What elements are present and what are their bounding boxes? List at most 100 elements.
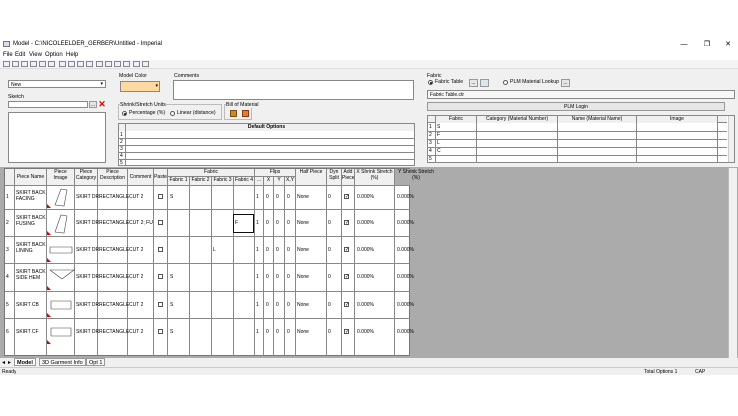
piece-comment[interactable]: CUT 2 <box>129 247 143 253</box>
flip-xy-value[interactable]: 0 <box>287 329 290 335</box>
x-shrink-value[interactable]: 0.000% <box>357 302 374 308</box>
add-piece-checkbox[interactable]: ✓ <box>344 329 349 335</box>
sketch-browse-button[interactable]: ... <box>89 101 97 108</box>
y-shrink-value[interactable]: 0.000% <box>397 194 414 200</box>
comments-field[interactable] <box>173 80 414 100</box>
paste-checkbox[interactable] <box>158 194 163 199</box>
fabric1-value[interactable]: S <box>170 329 173 335</box>
flip-xy-value[interactable]: 0 <box>287 194 290 200</box>
open-icon[interactable] <box>21 61 28 67</box>
piece-comment[interactable]: CUT 2 <box>129 194 143 200</box>
flip-y-value[interactable]: 0 <box>276 329 279 335</box>
table-row[interactable]: 6 SKIRT CF SKIRT DR RECTANGLE CUT 2 S 1 … <box>5 319 414 356</box>
paste-icon[interactable] <box>77 61 84 67</box>
half-piece-value[interactable]: None <box>297 274 309 280</box>
minimize-button[interactable]: — <box>676 39 692 50</box>
piece-comment[interactable]: CUT 2 <box>129 329 143 335</box>
table-row[interactable]: 3 SKIRT BACK LINING SKIRT DR RECTANGLE C… <box>5 237 414 264</box>
paste-checkbox[interactable] <box>158 274 163 279</box>
flip-y-value[interactable]: 0 <box>276 302 279 308</box>
delete-sketch-icon[interactable]: ✕ <box>98 100 106 109</box>
percentage-radio[interactable] <box>122 111 127 116</box>
fabric-row-code[interactable]: F <box>437 132 440 138</box>
flip-y-value[interactable]: 0 <box>276 274 279 280</box>
fabric1-value[interactable]: S <box>170 194 173 200</box>
fabric-table-open-icon[interactable] <box>480 79 489 87</box>
x-shrink-value[interactable]: 0.000% <box>357 329 374 335</box>
menu-option[interactable]: Option <box>45 52 63 58</box>
table-row[interactable]: 5 SKIRT CB SKIRT DR RECTANGLE CUT 2 S 1 … <box>5 292 414 319</box>
half-piece-value[interactable]: None <box>297 220 309 226</box>
flip-y-value[interactable]: 0 <box>276 247 279 253</box>
x-shrink-value[interactable]: 0.000% <box>357 194 374 200</box>
paste-checkbox[interactable] <box>158 220 163 225</box>
menu-edit[interactable]: Edit <box>15 52 25 58</box>
fabric4-value[interactable]: F <box>235 220 238 226</box>
paste-checkbox[interactable] <box>158 329 163 334</box>
paste-checkbox[interactable] <box>158 247 163 252</box>
flip-xy-value[interactable]: 0 <box>287 220 290 226</box>
fabric1-value[interactable]: S <box>170 274 173 280</box>
help-icon[interactable] <box>114 61 121 67</box>
y-shrink-value[interactable]: 0.000% <box>397 274 414 280</box>
linear-radio[interactable] <box>170 111 175 116</box>
table-row[interactable]: 2 SKIRT BACK FUSING SKIRT DR RECTANGLE C… <box>5 210 414 237</box>
fabric-row-code[interactable]: C <box>437 148 441 154</box>
delete-icon[interactable] <box>86 61 93 67</box>
new-file-icon[interactable] <box>3 61 10 67</box>
settings-icon[interactable] <box>142 61 149 67</box>
plm-login-button[interactable]: PLM Login <box>427 102 725 111</box>
flip-x-value[interactable]: 0 <box>266 194 269 200</box>
fabric-row-code[interactable]: L <box>437 140 440 146</box>
model-color-picker[interactable]: ▾ <box>120 81 160 92</box>
fabric3-value[interactable]: L <box>213 247 216 253</box>
flip-x-value[interactable]: 0 <box>266 220 269 226</box>
dyn-split-value[interactable]: 0 <box>328 302 331 308</box>
y-shrink-value[interactable]: 0.000% <box>397 302 414 308</box>
dyn-split-value[interactable]: 0 <box>328 329 331 335</box>
flip-x-value[interactable]: 0 <box>266 247 269 253</box>
add-piece-checkbox[interactable]: ✓ <box>344 220 349 226</box>
half-piece-value[interactable]: None <box>297 194 309 200</box>
table-row[interactable]: 4 SKIRT BACK SIDE HEM SKIRT DR RECTANGLE… <box>5 264 414 292</box>
dyn-split-value[interactable]: 0 <box>328 274 331 280</box>
flip-xy-value[interactable]: 0 <box>287 247 290 253</box>
piece-comment[interactable]: CUT 2; FU <box>129 220 154 226</box>
dyn-split-value[interactable]: 0 <box>328 220 331 226</box>
flip-y-value[interactable]: 0 <box>276 194 279 200</box>
fabric-table-file-field[interactable]: Fabric Table.ctr <box>427 90 735 99</box>
y-shrink-value[interactable]: 0.000% <box>397 220 414 226</box>
menu-help[interactable]: Help <box>66 52 78 58</box>
flip-x-value[interactable]: 0 <box>266 302 269 308</box>
menu-file[interactable]: File <box>3 52 13 58</box>
flip-y-value[interactable]: 0 <box>276 220 279 226</box>
zoom-icon[interactable] <box>105 61 112 67</box>
add-piece-checkbox[interactable]: ✓ <box>344 194 349 200</box>
x-shrink-value[interactable]: 0.000% <box>357 274 374 280</box>
sketch-path-field[interactable] <box>8 101 88 108</box>
bom-view-icon[interactable] <box>230 110 237 117</box>
flip-x-value[interactable]: 0 <box>266 274 269 280</box>
maximize-button[interactable]: ❐ <box>699 39 715 50</box>
add-piece-checkbox[interactable]: ✓ <box>344 247 349 253</box>
copy-icon[interactable] <box>68 61 75 67</box>
tab-scroll-right-icon[interactable]: ▸ <box>8 359 11 366</box>
chevron-down-icon[interactable]: ▾ <box>100 81 103 87</box>
plm-lookup-browse-button[interactable]: ... <box>561 79 570 87</box>
dyn-split-value[interactable]: 0 <box>328 247 331 253</box>
save-icon[interactable] <box>30 61 37 67</box>
grid-icon[interactable] <box>133 61 140 67</box>
fabric-table-browse-button[interactable]: ... <box>469 79 478 87</box>
cut-icon[interactable] <box>59 61 66 67</box>
model-name-dropdown[interactable]: New ▾ <box>8 80 106 88</box>
half-piece-value[interactable]: None <box>297 302 309 308</box>
y-shrink-value[interactable]: 0.000% <box>397 329 414 335</box>
flip-xy-value[interactable]: 0 <box>287 274 290 280</box>
half-piece-value[interactable]: None <box>297 329 309 335</box>
pieces-grid-scrollbar[interactable] <box>728 168 737 358</box>
fabric1-value[interactable]: S <box>170 302 173 308</box>
fabric4-editor[interactable]: F <box>233 214 254 233</box>
info-icon[interactable] <box>123 61 130 67</box>
y-shrink-value[interactable]: 0.000% <box>397 247 414 253</box>
tab-opt-1[interactable]: Opt 1 <box>86 358 106 366</box>
